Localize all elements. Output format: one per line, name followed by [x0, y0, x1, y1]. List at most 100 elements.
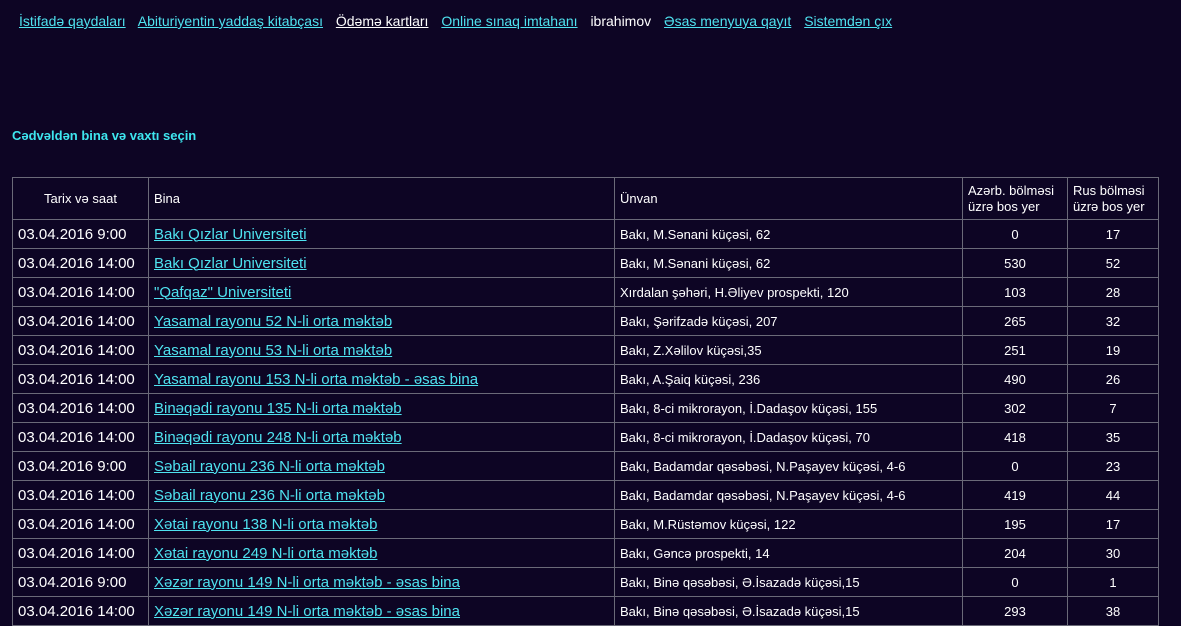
building-link[interactable]: Xətai rayonu 249 N-li orta məktəb	[154, 545, 377, 562]
table-row: 03.04.2016 9:00 Xəzər rayonu 149 N-li ort…	[12, 567, 1159, 597]
cell-ru-seats: 17	[1067, 509, 1159, 539]
building-link[interactable]: Binəqədi rayonu 248 N-li orta məktəb	[154, 429, 402, 446]
cell-building: Bakı Qızlar Universiteti	[148, 219, 615, 249]
cell-ru-seats: 38	[1067, 596, 1159, 626]
cell-address: Bakı, Binə qəsəbəsi, Ə.İsazadə küçəsi,15	[614, 596, 963, 626]
table-row: 03.04.2016 9:00 Səbail rayonu 236 N-li or…	[12, 451, 1159, 481]
cell-date: 03.04.2016 14:00	[12, 509, 149, 539]
cell-az-seats: 0	[962, 451, 1068, 481]
cell-ru-seats: 17	[1067, 219, 1159, 249]
cell-building: Yasamal rayonu 153 N-li orta məktəb - əs…	[148, 364, 615, 394]
cell-az-seats: 195	[962, 509, 1068, 539]
page-heading: Cədvəldən bina və vaxtı seçin	[12, 128, 197, 143]
cell-building: Xəzər rayonu 149 N-li orta məktəb - əsas…	[148, 567, 615, 597]
cell-az-seats: 419	[962, 480, 1068, 510]
cell-address: Bakı, M.Sənani küçəsi, 62	[614, 219, 963, 249]
table-row: 03.04.2016 14:00 Yasamal rayonu 53 N-li o…	[12, 335, 1159, 365]
table-row: 03.04.2016 14:00 Xəzər rayonu 149 N-li or…	[12, 596, 1159, 626]
cell-address: Bakı, Binə qəsəbəsi, Ə.İsazadə küçəsi,15	[614, 567, 963, 597]
column-header-building: Bina	[148, 177, 615, 220]
building-link[interactable]: Səbail rayonu 236 N-li orta məktəb	[154, 487, 385, 504]
cell-ru-seats: 52	[1067, 248, 1159, 278]
building-link[interactable]: Yasamal rayonu 153 N-li orta məktəb - əs…	[154, 371, 478, 388]
cell-building: Bakı Qızlar Universiteti	[148, 248, 615, 278]
building-link[interactable]: Yasamal rayonu 52 N-li orta məktəb	[154, 313, 392, 330]
cell-ru-seats: 44	[1067, 480, 1159, 510]
cell-building: Xətai rayonu 249 N-li orta məktəb	[148, 538, 615, 568]
nav-link-usage-rules[interactable]: İstifadə qaydaları	[19, 13, 126, 29]
cell-address: Bakı, Badamdar qəsəbəsi, N.Paşayev küçəs…	[614, 480, 963, 510]
table-row: 03.04.2016 14:00 Xətai rayonu 138 N-li or…	[12, 509, 1159, 539]
cell-date: 03.04.2016 9:00	[12, 451, 149, 481]
building-link[interactable]: Səbail rayonu 236 N-li orta məktəb	[154, 458, 385, 475]
cell-ru-seats: 23	[1067, 451, 1159, 481]
cell-address: Bakı, A.Şaiq küçəsi, 236	[614, 364, 963, 394]
cell-address: Bakı, 8-ci mikrorayon, İ.Dadaşov küçəsi,…	[614, 422, 963, 452]
cell-building: "Qafqaz" Universiteti	[148, 277, 615, 307]
cell-building: Səbail rayonu 236 N-li orta məktəb	[148, 451, 615, 481]
username-label: ibrahimov	[590, 13, 652, 29]
building-link[interactable]: Xətai rayonu 138 N-li orta məktəb	[154, 516, 377, 533]
cell-ru-seats: 1	[1067, 567, 1159, 597]
table-row: 03.04.2016 14:00 Binəqədi rayonu 248 N-li…	[12, 422, 1159, 452]
top-navigation: İstifadə qaydaları Abituriyentin yaddaş …	[19, 13, 901, 29]
table-row: 03.04.2016 14:00 Yasamal rayonu 153 N-li …	[12, 364, 1159, 394]
cell-date: 03.04.2016 14:00	[12, 306, 149, 336]
nav-link-main-menu[interactable]: Əsas menyuya qayıt	[664, 13, 791, 29]
cell-date: 03.04.2016 14:00	[12, 277, 149, 307]
building-link[interactable]: Yasamal rayonu 53 N-li orta məktəb	[154, 342, 392, 359]
table-row: 03.04.2016 14:00 Xətai rayonu 249 N-li or…	[12, 538, 1159, 568]
table-row: 03.04.2016 9:00 Bakı Qızlar Universiteti B…	[12, 219, 1159, 249]
cell-ru-seats: 32	[1067, 306, 1159, 336]
cell-address: Bakı, Gəncə prospekti, 14	[614, 538, 963, 568]
cell-az-seats: 490	[962, 364, 1068, 394]
cell-date: 03.04.2016 9:00	[12, 219, 149, 249]
nav-link-applicant-notebook[interactable]: Abituriyentin yaddaş kitabçası	[138, 13, 323, 29]
cell-date: 03.04.2016 14:00	[12, 248, 149, 278]
building-link[interactable]: Bakı Qızlar Universiteti	[154, 255, 307, 272]
column-header-ru-seats: Rus bölməsi üzrə bos yer	[1067, 177, 1159, 220]
cell-az-seats: 251	[962, 335, 1068, 365]
building-link[interactable]: "Qafqaz" Universiteti	[154, 284, 291, 301]
column-header-az-seats: Azərb. bölməsi üzrə bos yer	[962, 177, 1068, 220]
building-link[interactable]: Binəqədi rayonu 135 N-li orta məktəb	[154, 400, 402, 417]
cell-address: Bakı, Şərifzadə küçəsi, 207	[614, 306, 963, 336]
cell-address: Bakı, Z.Xəlilov küçəsi,35	[614, 335, 963, 365]
table-row: 03.04.2016 14:00 Səbail rayonu 236 N-li o…	[12, 480, 1159, 510]
cell-building: Yasamal rayonu 53 N-li orta məktəb	[148, 335, 615, 365]
cell-az-seats: 0	[962, 219, 1068, 249]
column-header-date: Tarix və saat	[12, 177, 149, 220]
cell-building: Səbail rayonu 236 N-li orta məktəb	[148, 480, 615, 510]
cell-az-seats: 302	[962, 393, 1068, 423]
building-link[interactable]: Xəzər rayonu 149 N-li orta məktəb - əsas…	[154, 574, 460, 591]
cell-address: Bakı, Badamdar qəsəbəsi, N.Paşayev küçəs…	[614, 451, 963, 481]
cell-address: Bakı, M.Rüstəmov küçəsi, 122	[614, 509, 963, 539]
cell-az-seats: 530	[962, 248, 1068, 278]
nav-link-logout[interactable]: Sistemdən çıx	[804, 13, 892, 29]
table-row: 03.04.2016 14:00 Yasamal rayonu 52 N-li o…	[12, 306, 1159, 336]
cell-building: Xəzər rayonu 149 N-li orta məktəb - əsas…	[148, 596, 615, 626]
table-row: 03.04.2016 14:00 "Qafqaz" Universiteti Xır…	[12, 277, 1159, 307]
cell-date: 03.04.2016 14:00	[12, 480, 149, 510]
exam-schedule-table: Tarix və saat Bina Ünvan Azərb. bölməsi …	[12, 177, 1159, 626]
cell-ru-seats: 7	[1067, 393, 1159, 423]
cell-building: Binəqədi rayonu 248 N-li orta məktəb	[148, 422, 615, 452]
cell-date: 03.04.2016 14:00	[12, 364, 149, 394]
cell-building: Yasamal rayonu 52 N-li orta məktəb	[148, 306, 615, 336]
cell-az-seats: 418	[962, 422, 1068, 452]
cell-date: 03.04.2016 14:00	[12, 538, 149, 568]
building-link[interactable]: Xəzər rayonu 149 N-li orta məktəb - əsas…	[154, 603, 460, 620]
cell-date: 03.04.2016 9:00	[12, 567, 149, 597]
cell-address: Bakı, M.Sənani küçəsi, 62	[614, 248, 963, 278]
nav-link-online-trial-exam[interactable]: Online sınaq imtahanı	[441, 13, 577, 29]
cell-az-seats: 0	[962, 567, 1068, 597]
cell-date: 03.04.2016 14:00	[12, 335, 149, 365]
cell-date: 03.04.2016 14:00	[12, 422, 149, 452]
cell-address: Bakı, 8-ci mikrorayon, İ.Dadaşov küçəsi,…	[614, 393, 963, 423]
cell-building: Binəqədi rayonu 135 N-li orta məktəb	[148, 393, 615, 423]
cell-az-seats: 293	[962, 596, 1068, 626]
nav-link-payment-cards[interactable]: Ödəmə kartları	[336, 13, 429, 29]
building-link[interactable]: Bakı Qızlar Universiteti	[154, 226, 307, 243]
table-row: 03.04.2016 14:00 Binəqədi rayonu 135 N-li…	[12, 393, 1159, 423]
table-header-row: Tarix və saat Bina Ünvan Azərb. bölməsi …	[12, 177, 1159, 220]
